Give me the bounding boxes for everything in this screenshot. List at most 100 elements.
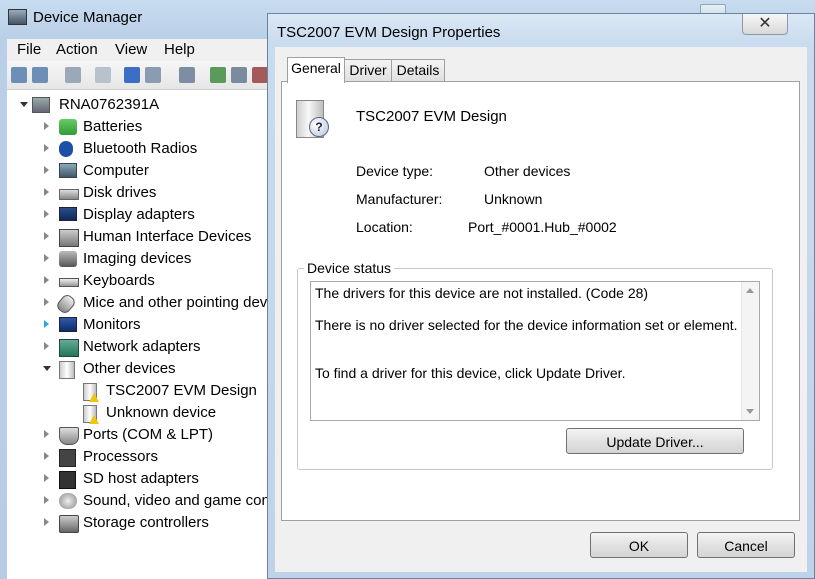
vertical-scrollbar[interactable] <box>741 282 759 420</box>
update-driver-button[interactable]: Update Driver... <box>566 428 744 454</box>
keyboard-icon <box>59 278 79 287</box>
tree-root[interactable]: RNA0762391A <box>7 94 270 116</box>
tree-item-tsc2007-evm-design[interactable]: TSC2007 EVM Design <box>7 380 270 402</box>
speaker-icon <box>59 493 77 509</box>
tree-item-mice[interactable]: Mice and other pointing dev <box>7 292 270 316</box>
expand-icon[interactable] <box>44 518 49 526</box>
device-tree: RNA0762391A Batteries Bluetooth Radios C… <box>7 90 270 579</box>
tree-item-batteries[interactable]: Batteries <box>7 116 270 138</box>
action-pane-icon[interactable] <box>145 67 161 83</box>
storage-controller-icon <box>59 515 79 533</box>
tree-item-label: Mice and other pointing dev <box>83 294 268 311</box>
tree-item-unknown-device[interactable]: Unknown device <box>7 402 270 424</box>
tree-item-label: Disk drives <box>83 184 157 201</box>
expand-icon[interactable] <box>44 320 49 328</box>
expand-icon[interactable] <box>44 496 49 504</box>
expand-icon[interactable] <box>44 342 49 350</box>
warning-icon <box>89 393 99 402</box>
tree-item-label: Human Interface Devices <box>83 228 252 245</box>
tree-item-label: Batteries <box>83 118 143 135</box>
dialog-body: General Driver Details ? TSC2007 EVM Des… <box>275 47 807 572</box>
tree-item-display-adapters[interactable]: Display adapters <box>7 204 270 226</box>
show-hide-tree-icon[interactable] <box>65 67 81 83</box>
tree-item-label: Storage controllers <box>83 514 209 531</box>
menu-help[interactable]: Help <box>164 41 195 58</box>
expand-icon[interactable] <box>44 166 49 174</box>
help-icon[interactable] <box>124 67 140 83</box>
tree-root-label: RNA0762391A <box>59 96 160 113</box>
tree-item-keyboards[interactable]: Keyboards <box>7 270 270 292</box>
expand-icon[interactable] <box>44 254 49 262</box>
tree-item-human-interface-devices[interactable]: Human Interface Devices <box>7 226 270 248</box>
expand-icon[interactable] <box>44 430 49 438</box>
tab-details[interactable]: Details <box>391 59 445 81</box>
tree-item-disk-drives[interactable]: Disk drives <box>7 182 270 204</box>
warning-device-icon <box>83 405 99 424</box>
device-name: TSC2007 EVM Design <box>356 108 507 125</box>
window-title: Device Manager <box>33 9 143 26</box>
question-mark-icon: ? <box>309 117 329 137</box>
tree-item-other-devices[interactable]: Other devices <box>7 358 270 380</box>
tree-item-monitors[interactable]: Monitors <box>7 314 270 336</box>
forward-arrow-icon[interactable] <box>32 67 48 83</box>
tree-item-label: Sound, video and game con <box>83 492 270 509</box>
close-button[interactable]: ✕ <box>742 14 788 35</box>
scroll-down-icon[interactable] <box>746 409 754 414</box>
expand-icon[interactable] <box>44 144 49 152</box>
expand-icon[interactable] <box>44 452 49 460</box>
tree-item-computer[interactable]: Computer <box>7 160 270 182</box>
tree-item-label: Display adapters <box>83 206 195 223</box>
unknown-device-icon: ? <box>296 100 329 138</box>
menu-action[interactable]: Action <box>56 41 98 58</box>
tree-item-label: Monitors <box>83 316 141 333</box>
expand-icon[interactable] <box>44 232 49 240</box>
tree-item-ports[interactable]: Ports (COM & LPT) <box>7 424 270 446</box>
tree-item-processors[interactable]: Processors <box>7 446 270 468</box>
expand-icon[interactable] <box>44 474 49 482</box>
tree-item-sd-host-adapters[interactable]: SD host adapters <box>7 468 270 490</box>
disk-drive-icon <box>59 189 79 200</box>
back-arrow-icon[interactable] <box>11 67 27 83</box>
unknown-device-icon <box>59 361 75 379</box>
tab-general[interactable]: General <box>287 57 345 83</box>
dialog-title: TSC2007 EVM Design Properties <box>277 24 501 41</box>
processor-icon <box>59 449 76 467</box>
tree-item-storage-controllers[interactable]: Storage controllers <box>7 512 270 534</box>
ok-button[interactable]: OK <box>590 532 688 558</box>
display-adapter-icon <box>59 207 77 221</box>
expand-icon[interactable] <box>44 298 49 306</box>
expand-icon[interactable] <box>44 210 49 218</box>
tree-item-imaging-devices[interactable]: Imaging devices <box>7 248 270 270</box>
status-line: To find a driver for this device, click … <box>315 365 626 381</box>
tree-item-bluetooth-radios[interactable]: Bluetooth Radios <box>7 138 270 160</box>
warning-device-icon <box>83 383 99 402</box>
bluetooth-icon <box>59 141 73 157</box>
expand-icon[interactable] <box>44 122 49 130</box>
tree-item-network-adapters[interactable]: Network adapters <box>7 336 270 358</box>
properties-icon[interactable] <box>95 67 111 83</box>
menu-view[interactable]: View <box>115 41 147 58</box>
uninstall-icon[interactable] <box>231 67 247 83</box>
scan-hardware-icon[interactable] <box>179 67 195 83</box>
device-manager-icon <box>8 9 27 25</box>
cancel-button[interactable]: Cancel <box>697 532 795 558</box>
expand-icon[interactable] <box>44 188 49 196</box>
tree-item-label: TSC2007 EVM Design <box>106 382 257 399</box>
collapse-icon[interactable] <box>43 366 51 371</box>
expand-icon[interactable] <box>44 276 49 284</box>
tree-item-label: Bluetooth Radios <box>83 140 198 157</box>
device-status-textbox[interactable]: The drivers for this device are not inst… <box>310 281 760 421</box>
disable-icon[interactable] <box>252 67 268 83</box>
tree-item-label: Processors <box>83 448 159 465</box>
menu-file[interactable]: File <box>17 41 41 58</box>
status-line: The drivers for this device are not inst… <box>315 285 649 301</box>
tab-driver[interactable]: Driver <box>344 59 392 81</box>
network-adapter-icon <box>59 339 79 357</box>
device-type-value: Other devices <box>484 163 571 179</box>
scroll-up-icon[interactable] <box>746 288 754 293</box>
computer-icon <box>32 97 50 113</box>
update-driver-icon[interactable] <box>210 67 226 83</box>
collapse-icon[interactable] <box>20 102 28 107</box>
mouse-icon <box>54 292 78 316</box>
tree-item-sound[interactable]: Sound, video and game con <box>7 490 270 512</box>
